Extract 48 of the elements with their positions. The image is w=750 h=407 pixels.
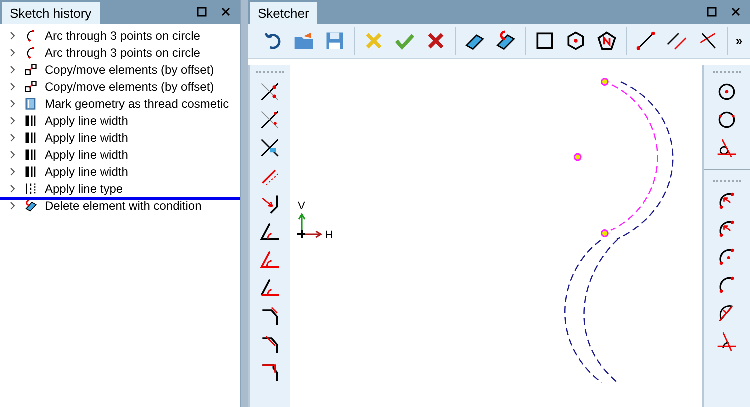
history-item[interactable]: Apply line width [0, 129, 240, 146]
axis-label: H [325, 230, 334, 242]
close-icon[interactable] [220, 6, 232, 18]
square-icon[interactable] [534, 30, 556, 52]
circle-icon[interactable] [716, 81, 738, 103]
crossing-lines-icon[interactable] [259, 137, 281, 159]
line-width-icon [24, 148, 38, 162]
tangent-lines-icon[interactable] [716, 330, 738, 352]
history-item[interactable]: Mark geometry as thread cosmetic [0, 95, 240, 112]
angle-icon[interactable] [259, 221, 281, 243]
folder-icon[interactable] [293, 30, 315, 52]
crossing-lines-icon[interactable] [259, 81, 281, 103]
tangent-circle-icon[interactable] [716, 137, 738, 159]
book-icon [24, 96, 38, 110]
history-item[interactable]: Arc through 3 points on circle [0, 44, 240, 61]
angle-icon[interactable] [259, 277, 281, 299]
line-width-icon [24, 114, 38, 128]
eraser-icon [24, 198, 38, 212]
hexagon-icon[interactable] [565, 30, 587, 52]
panel-tab[interactable]: Sketch history [2, 2, 100, 24]
history-item[interactable]: Apply line width [0, 163, 240, 180]
pentagon-icon[interactable] [596, 30, 618, 52]
circle-icon[interactable] [716, 109, 738, 131]
close-icon[interactable] [730, 6, 742, 18]
history-item[interactable]: Apply line width [0, 146, 240, 163]
history-item[interactable]: Apply line type [0, 180, 240, 200]
maximize-icon[interactable] [196, 6, 208, 18]
history-item[interactable]: Delete element with condition [0, 197, 240, 214]
line-width-icon [24, 130, 38, 144]
overflow-button[interactable]: » [728, 34, 743, 48]
squares-icon [24, 62, 38, 76]
point-marker[interactable] [600, 78, 609, 86]
point-marker[interactable] [600, 230, 609, 238]
maximize-icon[interactable] [706, 6, 718, 18]
eraser-icon[interactable] [495, 30, 517, 52]
history-item[interactable]: Arc through 3 points on circle [0, 27, 240, 44]
axis-label: V [298, 200, 306, 212]
line-icon[interactable] [635, 30, 657, 52]
point-marker[interactable] [574, 153, 582, 162]
history-item[interactable]: Copy/move elements (by offset) [0, 78, 240, 95]
history-item[interactable]: Apply line width [0, 112, 240, 129]
history-item[interactable]: Copy/move elements (by offset) [0, 61, 240, 78]
axis-drawing [297, 212, 323, 238]
panel-tab[interactable]: Sketcher [250, 2, 318, 24]
line-width-icon [24, 164, 38, 178]
line-type-icon [24, 182, 38, 196]
crossing-lines-icon[interactable] [259, 109, 281, 131]
squares-icon [24, 80, 38, 94]
